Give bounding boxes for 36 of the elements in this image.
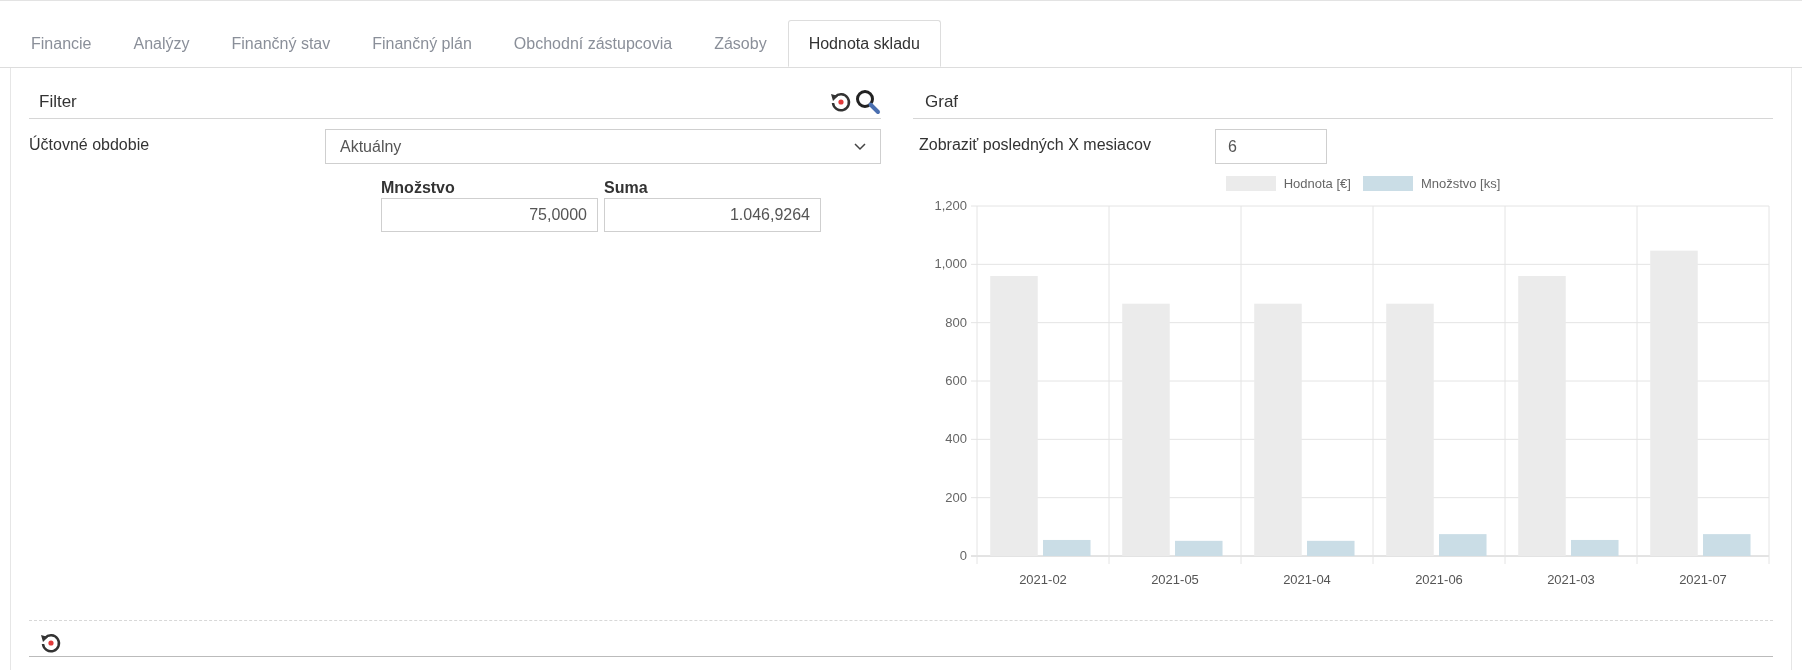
- tab[interactable]: Analýzy: [112, 20, 211, 67]
- chevron-down-icon: [854, 142, 866, 151]
- field-label: Zobraziť posledných X mesiacov: [919, 135, 1152, 155]
- months-input[interactable]: 6: [1215, 129, 1327, 164]
- reset-icon[interactable]: [39, 631, 63, 655]
- axis-tick-label: 1,000: [934, 256, 967, 272]
- tab[interactable]: Financie: [10, 20, 113, 67]
- axis-category-label: 2021-05: [1151, 572, 1199, 587]
- axis-tick-label: 1,200: [934, 198, 967, 213]
- value-field[interactable]: 75,0000: [381, 198, 598, 232]
- axis-tick-label: 400: [945, 431, 967, 447]
- axis-category-label: 2021-04: [1283, 572, 1331, 587]
- column-header: Suma: [604, 178, 649, 198]
- axis-tick-label: 800: [945, 314, 967, 330]
- tab[interactable]: Finančný stav: [210, 20, 352, 67]
- axis-tick-label: 0: [959, 548, 967, 563]
- axis-tick-label: 600: [945, 373, 967, 388]
- legend-label: Množstvo [ks]: [1420, 175, 1501, 193]
- search-icon[interactable]: [855, 89, 881, 115]
- tab[interactable]: Zásoby: [693, 20, 788, 67]
- tab[interactable]: Hodnota skladu: [787, 20, 941, 67]
- section-title: Graf: [925, 91, 959, 114]
- tab[interactable]: Obchodní zástupcovia: [492, 20, 694, 67]
- axis-category-label: 2021-07: [1679, 572, 1727, 587]
- field-label: Účtovné obdobie: [29, 134, 151, 155]
- axis-category-label: 2021-03: [1547, 572, 1595, 587]
- axis-category-label: 2021-02: [1019, 572, 1067, 587]
- axis-tick-label: 200: [945, 489, 967, 505]
- axis-category-label: 2021-06: [1415, 572, 1463, 587]
- section-title: Filter: [39, 91, 77, 114]
- reset-icon[interactable]: [829, 90, 853, 114]
- value-field[interactable]: 1.046,9264: [604, 198, 821, 232]
- tab[interactable]: Finančný plán: [351, 20, 493, 67]
- period-select[interactable]: Aktuálny: [325, 129, 881, 164]
- legend-label: Hodnota [€]: [1283, 175, 1351, 193]
- column-header: Množstvo: [381, 178, 456, 198]
